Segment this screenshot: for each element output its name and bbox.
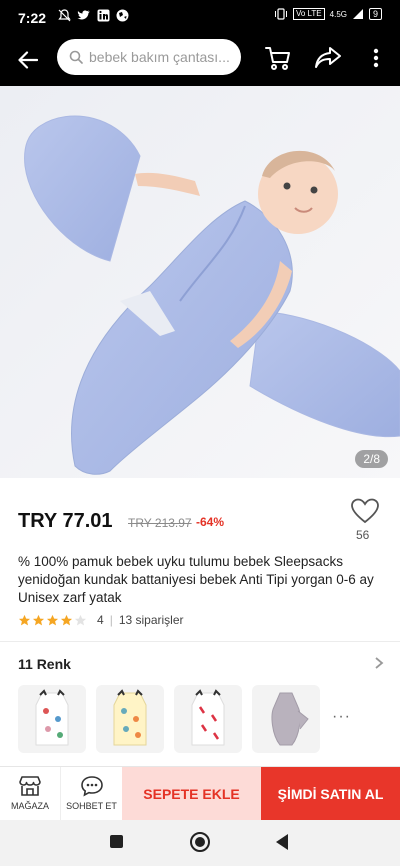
color-option[interactable] — [252, 685, 320, 753]
discount-badge: -64% — [196, 515, 225, 529]
star-icon — [18, 614, 31, 625]
home-icon[interactable] — [190, 832, 210, 852]
star-icon — [46, 614, 59, 625]
top-bar: 7:22 Vo LTE 4.5G 9 bebek bakım çantası..… — [0, 0, 400, 86]
search-icon — [69, 50, 83, 64]
more-vertical-icon — [373, 48, 379, 68]
twitter-icon — [77, 10, 90, 20]
vibrate-icon — [274, 8, 287, 20]
product-photo — [0, 86, 400, 478]
notification-icons — [58, 9, 129, 22]
cart-icon — [265, 47, 290, 70]
system-icons: Vo LTE 4.5G 9 — [274, 8, 382, 20]
search-placeholder: bebek bakım çantası... — [89, 49, 230, 65]
app-bar: bebek bakım çantası... — [0, 34, 400, 86]
status-time: 7:22 — [18, 10, 47, 26]
back-triangle-icon[interactable] — [276, 834, 288, 850]
share-icon — [315, 47, 341, 68]
rating-value: 4 — [97, 613, 104, 627]
add-to-cart-button[interactable]: SEPETE EKLE — [122, 767, 261, 821]
rating-separator: | — [109, 613, 113, 627]
color-option[interactable] — [174, 685, 242, 753]
color-option[interactable] — [18, 685, 86, 753]
buy-now-button[interactable]: ŞİMDİ SATIN AL — [261, 767, 400, 821]
linkedin-icon — [97, 9, 110, 22]
rating-stars — [18, 614, 87, 627]
product-title: % 100% pamuk bebek uyku tulumu bebek Sle… — [18, 554, 374, 605]
image-pager: 2/8 — [355, 450, 388, 468]
mute-icon — [58, 9, 71, 22]
orders-count: 13 siparişler — [118, 613, 184, 627]
color-swatch-image — [271, 692, 309, 746]
rating-row[interactable]: 4 | 13 siparişler — [18, 613, 184, 627]
signal-icon — [352, 9, 363, 19]
system-nav-bar — [0, 820, 400, 866]
chevron-right-icon[interactable] — [372, 656, 386, 670]
wishlist-button[interactable] — [350, 498, 380, 524]
battery-level: 9 — [372, 9, 378, 19]
store-label: MAĞAZA — [10, 801, 49, 811]
original-price: TRY 213.97 — [128, 516, 192, 530]
share-button[interactable] — [312, 42, 344, 74]
color-option[interactable] — [96, 685, 164, 753]
status-bar: 7:22 Vo LTE 4.5G 9 — [0, 0, 400, 34]
wishlist-count: 56 — [356, 528, 370, 542]
star-icon — [60, 614, 73, 625]
globe-icon — [116, 9, 129, 22]
chat-button[interactable]: SOHBET ET — [60, 767, 122, 821]
section-divider — [0, 641, 400, 642]
battery-icon: 9 — [368, 8, 382, 20]
color-swatch-image — [35, 689, 69, 746]
search-bar[interactable]: bebek bakım çantası... — [57, 39, 241, 75]
cart-button[interactable] — [262, 42, 294, 74]
recents-icon[interactable] — [110, 835, 123, 848]
colors-title[interactable]: 11 Renk — [18, 656, 71, 672]
color-swatch-image — [113, 689, 147, 746]
network-type: 4.5G — [329, 9, 347, 19]
arrow-left-icon — [18, 51, 38, 69]
chat-icon — [80, 776, 103, 797]
star-empty-icon — [74, 614, 87, 625]
product-price: TRY 77.01 — [18, 510, 113, 532]
back-button[interactable] — [12, 44, 44, 76]
store-icon — [19, 776, 41, 796]
color-thumbnails — [18, 685, 320, 753]
volte-icon: Vo LTE — [292, 8, 325, 20]
heart-icon — [351, 498, 379, 524]
more-colors-button[interactable]: ··· — [332, 708, 351, 726]
chat-label: SOHBET ET — [66, 801, 117, 811]
product-image[interactable]: 2/8 — [0, 86, 400, 478]
action-bar: MAĞAZA SOHBET ET SEPETE EKLE ŞİMDİ SATIN… — [0, 766, 400, 821]
store-button[interactable]: MAĞAZA — [0, 767, 60, 821]
star-icon — [32, 614, 45, 625]
more-button[interactable] — [362, 42, 390, 74]
color-swatch-image — [191, 689, 225, 746]
